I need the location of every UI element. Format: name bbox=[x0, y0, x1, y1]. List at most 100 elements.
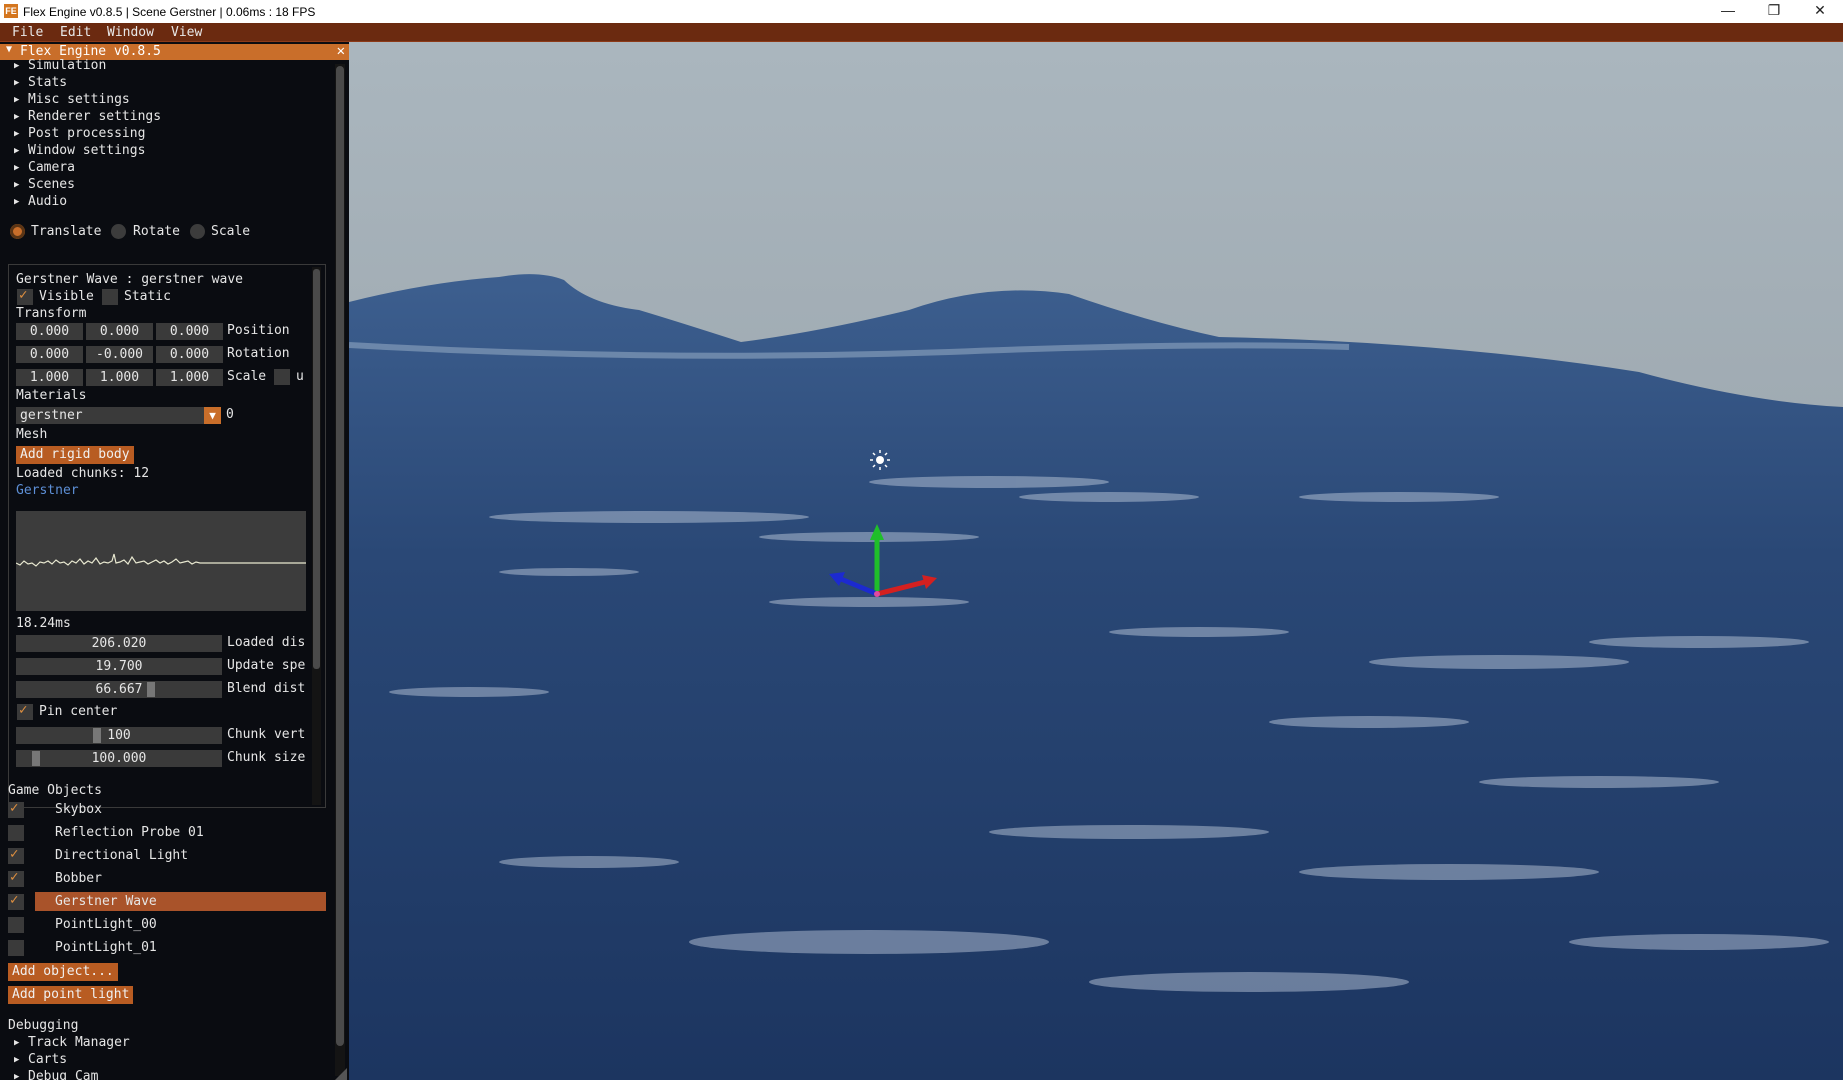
uniform-scale-checkbox[interactable] bbox=[274, 369, 290, 385]
resize-grip-icon[interactable] bbox=[335, 1068, 347, 1080]
menu-view[interactable]: View bbox=[171, 25, 202, 40]
add-object-button[interactable]: Add object... bbox=[8, 963, 118, 981]
add-rigid-body-button[interactable]: Add rigid body bbox=[16, 446, 134, 464]
game-object-row[interactable]: Skybox bbox=[8, 800, 326, 820]
expand-arrow-icon: ▶ bbox=[14, 1055, 20, 1065]
game-object-row[interactable]: Directional Light bbox=[8, 846, 326, 866]
game-object-name: PointLight_00 bbox=[55, 917, 157, 932]
game-object-row[interactable]: Bobber bbox=[8, 869, 326, 889]
sun-icon[interactable] bbox=[870, 450, 890, 470]
scale-x[interactable]: 1.000 bbox=[16, 369, 83, 386]
scale-y[interactable]: 1.000 bbox=[86, 369, 153, 386]
game-object-name: PointLight_01 bbox=[55, 940, 157, 955]
tree-label: Window settings bbox=[28, 143, 146, 158]
panel-title: Flex Engine v0.8.5 bbox=[20, 44, 161, 59]
tree-label: Simulation bbox=[28, 58, 107, 73]
panel-close-icon[interactable]: ✕ bbox=[337, 43, 345, 59]
menu-bar: File Edit Window View bbox=[0, 23, 1843, 42]
position-y[interactable]: 0.000 bbox=[86, 323, 153, 340]
tree-post-processing[interactable]: ▶ Post processing bbox=[14, 126, 145, 141]
tree-audio[interactable]: ▶ Audio bbox=[14, 194, 67, 209]
tree-camera[interactable]: ▶ Camera bbox=[14, 160, 75, 175]
update-speed-slider[interactable]: 19.700 bbox=[16, 658, 222, 675]
game-object-checkbox[interactable] bbox=[8, 869, 24, 887]
game-object-row[interactable]: PointLight_01 bbox=[8, 938, 326, 958]
tree-stats[interactable]: ▶ Stats bbox=[14, 75, 67, 90]
menu-edit[interactable]: Edit bbox=[60, 25, 91, 40]
game-objects-label: Game Objects bbox=[8, 783, 102, 798]
tree-scenes[interactable]: ▶ Scenes bbox=[14, 177, 75, 192]
panel-scrollbar[interactable] bbox=[335, 64, 345, 1076]
blend-distance-thumb[interactable] bbox=[146, 682, 155, 697]
app-icon: FE bbox=[4, 4, 18, 18]
translate-radio[interactable] bbox=[10, 224, 25, 239]
chunk-size-thumb[interactable] bbox=[31, 751, 40, 766]
pin-center-checkbox[interactable] bbox=[17, 702, 33, 720]
game-object-checkbox[interactable] bbox=[8, 846, 24, 864]
mesh-label: Mesh bbox=[16, 427, 48, 442]
scale-z[interactable]: 1.000 bbox=[156, 369, 223, 386]
loaded-distance-label: Loaded dis bbox=[227, 635, 306, 650]
game-object-name: Directional Light bbox=[55, 848, 189, 863]
tree-misc-settings[interactable]: ▶ Misc settings bbox=[14, 92, 130, 107]
tree-window-settings[interactable]: ▶ Window settings bbox=[14, 143, 145, 158]
tree-label: Camera bbox=[28, 160, 75, 175]
collapse-icon[interactable]: ▼ bbox=[6, 44, 12, 55]
game-object-row-selected[interactable]: Gerstner Wave bbox=[8, 892, 326, 912]
loaded-distance-slider[interactable]: 206.020 bbox=[16, 635, 222, 652]
window-title-bar: FE Flex Engine v0.8.5 | Scene Gerstner |… bbox=[0, 0, 1843, 23]
close-window-button[interactable]: ✕ bbox=[1797, 0, 1843, 23]
maximize-button[interactable]: ❐ bbox=[1751, 0, 1797, 23]
game-object-checkbox[interactable] bbox=[8, 825, 24, 841]
position-z[interactable]: 0.000 bbox=[156, 323, 223, 340]
visible-label: Visible bbox=[39, 289, 94, 304]
game-object-checkbox[interactable] bbox=[8, 892, 24, 910]
scene-viewport[interactable] bbox=[349, 42, 1843, 1080]
inspector-scrollbar[interactable] bbox=[312, 267, 321, 805]
tree-label: Track Manager bbox=[28, 1035, 130, 1050]
rotation-z[interactable]: 0.000 bbox=[156, 346, 223, 363]
rotation-y[interactable]: -0.000 bbox=[86, 346, 153, 363]
scale-label: Scale bbox=[227, 369, 267, 384]
uniform-scale-label: u bbox=[296, 369, 304, 384]
expand-arrow-icon: ▶ bbox=[14, 112, 20, 122]
scale-radio[interactable] bbox=[190, 224, 205, 239]
ocean-scene bbox=[349, 42, 1843, 1080]
tree-track-manager[interactable]: ▶ Track Manager bbox=[14, 1035, 130, 1050]
menu-file[interactable]: File bbox=[12, 25, 43, 40]
chunk-vert-thumb[interactable] bbox=[93, 728, 102, 743]
minimize-button[interactable]: — bbox=[1705, 0, 1751, 23]
expand-arrow-icon: ▶ bbox=[14, 129, 20, 139]
ocean-surface bbox=[349, 274, 1843, 1080]
pin-center-label: Pin center bbox=[39, 704, 118, 719]
tree-simulation[interactable]: ▶ Simulation bbox=[14, 58, 106, 73]
static-checkbox[interactable] bbox=[102, 289, 118, 305]
chunk-vert-label: Chunk vert bbox=[227, 727, 306, 742]
game-object-name: Gerstner Wave bbox=[55, 894, 157, 909]
panel-scrollbar-thumb[interactable] bbox=[336, 66, 344, 1046]
chunk-vert-slider[interactable]: 100 bbox=[16, 727, 222, 744]
chunk-size-slider[interactable]: 100.000 bbox=[16, 750, 222, 767]
dropdown-arrow-icon[interactable]: ▼ bbox=[204, 407, 221, 424]
tree-carts[interactable]: ▶ Carts bbox=[14, 1052, 67, 1067]
rotation-x[interactable]: 0.000 bbox=[16, 346, 83, 363]
materials-label: Materials bbox=[16, 388, 87, 403]
add-point-light-button[interactable]: Add point light bbox=[8, 986, 134, 1004]
game-object-checkbox[interactable] bbox=[8, 917, 24, 933]
game-object-checkbox[interactable] bbox=[8, 800, 24, 818]
menu-window[interactable]: Window bbox=[107, 25, 154, 40]
game-object-row[interactable]: PointLight_00 bbox=[8, 915, 326, 935]
loaded-chunks-text: Loaded chunks: 12 bbox=[16, 466, 150, 481]
tree-renderer-settings[interactable]: ▶ Renderer settings bbox=[14, 109, 161, 124]
game-object-checkbox[interactable] bbox=[8, 940, 24, 956]
game-object-row[interactable]: Reflection Probe 01 bbox=[8, 823, 326, 843]
position-x[interactable]: 0.000 bbox=[16, 323, 83, 340]
material-dropdown[interactable]: gerstner bbox=[16, 407, 210, 424]
inspector-scrollbar-thumb[interactable] bbox=[313, 269, 320, 669]
blend-distance-slider[interactable]: 66.667 bbox=[16, 681, 222, 698]
expand-arrow-icon: ▶ bbox=[14, 163, 20, 173]
tree-debug-cam[interactable]: ▶ Debug Cam bbox=[14, 1069, 98, 1080]
visible-checkbox[interactable] bbox=[17, 287, 33, 305]
static-label: Static bbox=[124, 289, 171, 304]
rotate-radio[interactable] bbox=[111, 224, 126, 239]
